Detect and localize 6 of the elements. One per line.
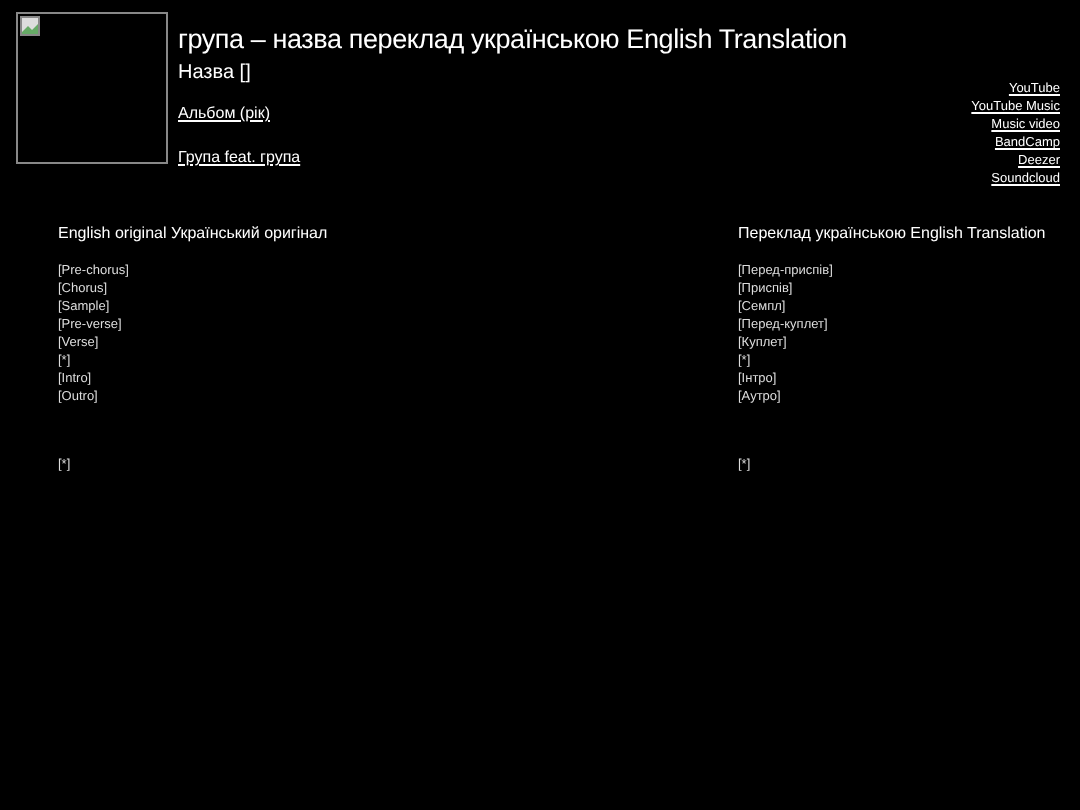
column-heading: English original Український оригінал [58,224,330,242]
artist-link[interactable]: Група feat. група [178,148,301,166]
song-name: Назва [] [178,62,253,84]
column-heading: Переклад українською English Translation [738,224,1048,242]
album-link[interactable]: Альбом (рік) [178,104,270,122]
page-title: група – назва переклад українською English Translation [178,24,849,54]
